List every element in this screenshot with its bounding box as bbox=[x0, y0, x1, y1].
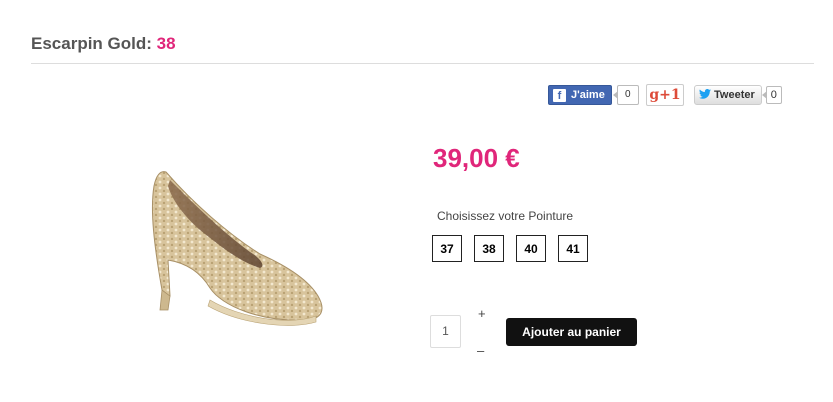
product-title: Escarpin Gold: 38 bbox=[31, 34, 176, 54]
product-selected-size: 38 bbox=[156, 34, 176, 53]
size-option-40[interactable]: 40 bbox=[516, 235, 546, 262]
title-divider bbox=[31, 63, 814, 64]
product-name: Escarpin Gold: bbox=[31, 34, 157, 53]
add-to-cart-button[interactable]: Ajouter au panier bbox=[506, 318, 637, 346]
google-plus-button[interactable]: g+1 bbox=[646, 84, 684, 106]
quantity-decrease-button[interactable]: – bbox=[477, 343, 484, 358]
tweet-count: 0 bbox=[761, 86, 782, 104]
size-option-37[interactable]: 37 bbox=[432, 235, 462, 262]
twitter-widget: Tweeter 0 bbox=[694, 84, 782, 106]
twitter-bird-icon bbox=[699, 88, 711, 102]
size-option-41[interactable]: 41 bbox=[558, 235, 588, 262]
facebook-icon: f bbox=[553, 88, 566, 102]
facebook-like-count: 0 bbox=[612, 85, 639, 105]
tweet-button[interactable]: Tweeter bbox=[694, 85, 762, 105]
quantity-input[interactable]: 1 bbox=[430, 315, 461, 348]
quantity-increase-button[interactable]: + bbox=[478, 306, 486, 321]
facebook-like-button[interactable]: f J'aime bbox=[548, 85, 612, 105]
size-selector-label: Choisissez votre Pointure bbox=[437, 209, 574, 223]
size-option-38[interactable]: 38 bbox=[474, 235, 504, 262]
tweet-label: Tweeter bbox=[714, 89, 755, 101]
size-options: 37 38 40 41 bbox=[432, 235, 600, 262]
google-plus-label: g+1 bbox=[649, 87, 681, 103]
product-image[interactable] bbox=[110, 150, 350, 330]
facebook-like-label: J'aime bbox=[571, 89, 605, 101]
facebook-like-widget: f J'aime 0 bbox=[548, 84, 639, 106]
product-price: 39,00 € bbox=[433, 143, 520, 173]
